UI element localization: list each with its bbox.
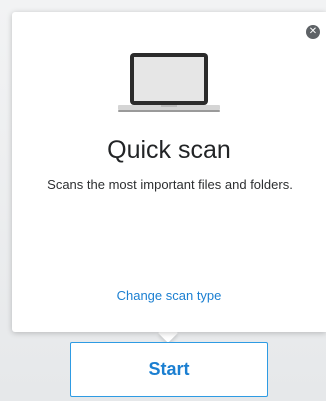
laptop-screen: [134, 57, 204, 101]
start-button[interactable]: Start: [70, 342, 268, 397]
laptop-icon: [118, 53, 220, 112]
scan-title: Quick scan: [107, 136, 231, 164]
scan-description: Scans the most important files and folde…: [47, 177, 293, 192]
close-icon[interactable]: ✕: [306, 25, 320, 39]
change-scan-type-link[interactable]: Change scan type: [12, 288, 326, 303]
laptop-base-edge: [118, 110, 220, 112]
laptop-notch: [161, 105, 177, 107]
